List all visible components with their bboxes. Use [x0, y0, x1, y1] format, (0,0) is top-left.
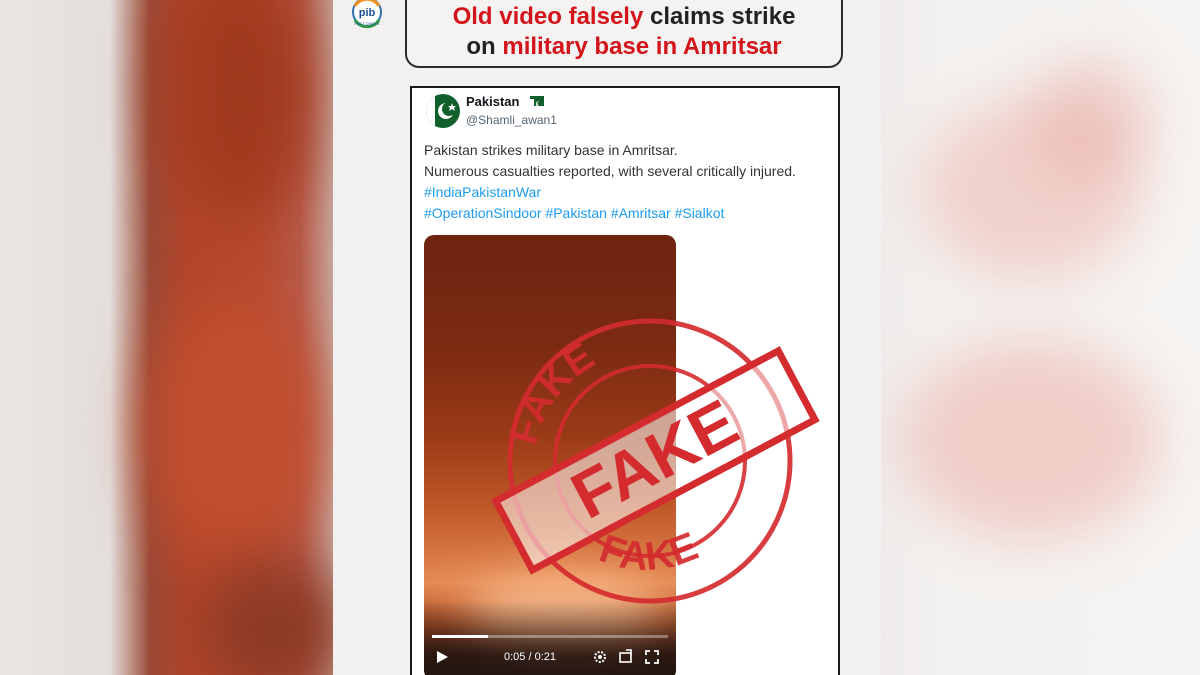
headline-red-text: Old video falsely — [452, 3, 644, 30]
video-time: 0:05 / 0:21 — [504, 651, 556, 663]
account-handle[interactable]: @Shamli_awan1 — [466, 113, 557, 127]
pib-fact-check-logo: pib FACT CHECK — [347, 0, 387, 29]
tweet-line-1: Pakistan strikes military base in Amrits… — [424, 142, 678, 158]
hashtag-links[interactable]: #OperationSindoor #Pakistan #Amritsar #S… — [424, 203, 834, 224]
video-controls: 0:05 / 0:21 — [424, 649, 676, 673]
pakistan-flag-icon — [530, 96, 544, 109]
tweet-screenshot: Pakistan @Shamli_awan1 Pakistan strikes … — [410, 86, 840, 675]
headline-text: claims strike — [643, 3, 796, 30]
svg-text:pib: pib — [359, 7, 376, 19]
video-progress-bar[interactable] — [432, 635, 668, 638]
video-player[interactable]: 0:05 / 0:21 — [424, 235, 676, 675]
gear-icon[interactable] — [592, 649, 608, 665]
headline-red-text-2: military base in Amritsar — [502, 33, 782, 60]
tweet-line-2: Numerous casualties reported, with sever… — [424, 163, 796, 179]
hashtag-link[interactable]: #IndiaPakistanWar — [424, 182, 834, 203]
tweet-body: Pakistan strikes military base in Amrits… — [424, 140, 834, 224]
headline-banner: Old video falsely claims strike on milit… — [405, 0, 843, 68]
exit-pip-icon[interactable] — [618, 649, 634, 665]
blurred-background-left — [0, 0, 333, 675]
svg-text:FACT CHECK: FACT CHECK — [354, 21, 380, 26]
fullscreen-icon[interactable] — [644, 649, 660, 665]
blurred-background-right — [881, 0, 1200, 675]
video-progress-fill — [432, 635, 489, 638]
play-icon[interactable] — [434, 649, 450, 665]
avatar[interactable] — [426, 94, 460, 128]
headline-text-2: on — [466, 33, 503, 60]
account-name[interactable]: Pakistan — [466, 94, 519, 109]
fact-check-card: pib FACT CHECK Old video falsely claims … — [333, 0, 881, 675]
